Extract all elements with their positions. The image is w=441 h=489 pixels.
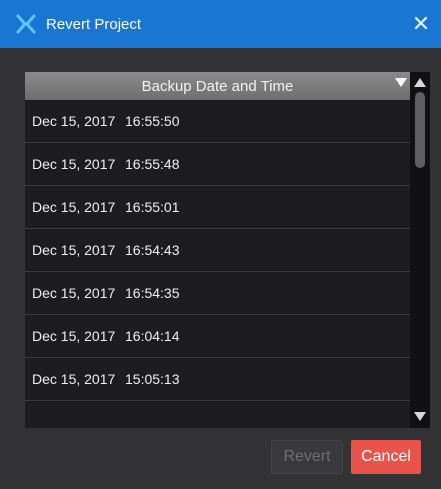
table-row[interactable]: Dec 15, 2017 16:55:50 [25, 100, 410, 143]
row-time: 16:55:48 [125, 156, 180, 172]
scroll-down-arrow-icon[interactable] [414, 412, 426, 421]
row-time: 16:55:01 [125, 199, 180, 215]
close-icon[interactable]: ✕ [409, 12, 433, 36]
dialog-title: Revert Project [46, 15, 142, 33]
table-row[interactable]: Dec 15, 2017 16:55:48 [25, 143, 410, 186]
row-time: 16:55:50 [125, 113, 180, 129]
row-date: Dec 15, 2017 [32, 328, 116, 344]
table-row[interactable]: Dec 15, 2017 15:05:13 [25, 358, 410, 401]
cancel-button[interactable]: Cancel [351, 440, 421, 474]
row-time: 15:05:13 [125, 371, 180, 387]
scroll-thumb[interactable] [415, 92, 425, 168]
sort-descending-icon[interactable] [395, 78, 407, 87]
row-time: 16:04:14 [125, 328, 180, 344]
row-date: Dec 15, 2017 [32, 113, 116, 129]
row-date: Dec 15, 2017 [32, 371, 116, 387]
row-time: 16:54:35 [125, 285, 180, 301]
row-date: Dec 15, 2017 [32, 156, 116, 172]
row-date: Dec 15, 2017 [32, 285, 116, 301]
x-logo-icon [15, 13, 37, 35]
column-header-backup-date[interactable]: Backup Date and Time [25, 72, 410, 100]
column-header-label: Backup Date and Time [141, 77, 294, 95]
table-row[interactable] [25, 401, 410, 428]
row-date: Dec 15, 2017 [32, 242, 116, 258]
table-row[interactable]: Dec 15, 2017 16:54:43 [25, 229, 410, 272]
revert-project-dialog: Revert Project ✕ Backup Date and Time De… [0, 0, 441, 489]
row-time: 16:54:43 [125, 242, 180, 258]
row-date: Dec 15, 2017 [32, 199, 116, 215]
table-row[interactable]: Dec 15, 2017 16:55:01 [25, 186, 410, 229]
backup-list: Dec 15, 2017 16:55:50 Dec 15, 2017 16:55… [25, 100, 410, 428]
vertical-scrollbar[interactable] [410, 72, 430, 428]
table-row[interactable]: Dec 15, 2017 16:54:35 [25, 272, 410, 315]
backup-table: Backup Date and Time Dec 15, 2017 16:55:… [25, 72, 430, 428]
table-row[interactable]: Dec 15, 2017 16:04:14 [25, 315, 410, 358]
revert-button[interactable]: Revert [271, 440, 343, 474]
scroll-up-arrow-icon[interactable] [414, 78, 426, 87]
title-bar[interactable]: Revert Project ✕ [0, 0, 441, 48]
